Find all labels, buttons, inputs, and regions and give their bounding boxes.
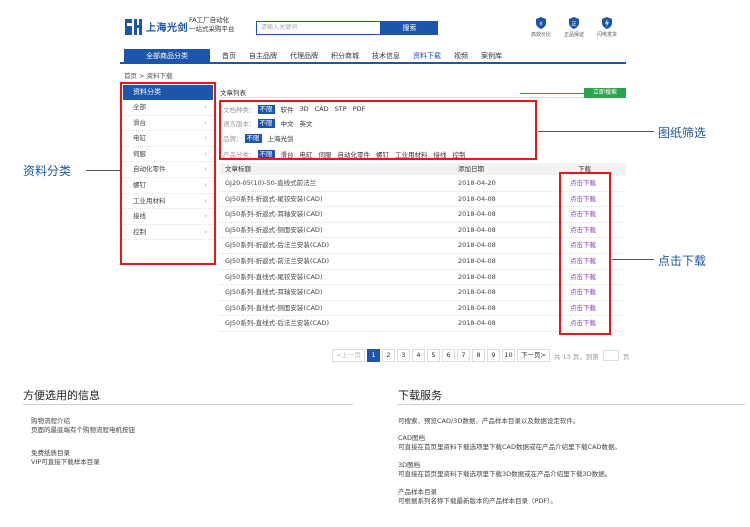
row-title[interactable]: GJ50系列-折返式-侧面安装(CAD) [225,223,322,239]
search-button[interactable]: 搜索 [381,21,438,35]
row-date: 2018-04-08 [458,210,496,219]
row-title[interactable]: GJ50系列-折返式-尾铰安装(CAD) [225,192,322,208]
prev-page-button[interactable]: <上一页 [332,349,365,362]
page-unit-text: 页 [622,352,630,361]
search-input[interactable]: 请输入关键词 [256,21,381,35]
page-9-button[interactable]: 9 [486,349,500,362]
slogan: FA工厂自动化 一站式采购平台 [189,16,235,34]
page-1-button[interactable]: 1 [366,349,380,362]
page-5-button[interactable]: 5 [426,349,440,362]
row-title[interactable]: GJ50系列-直线式-后法兰安装(CAD) [225,316,329,332]
col-title: 文章标题 [225,165,251,173]
info-right-block: 产品样本目录 可根据系列名称下载最新版本的产品样本目录（PDF）。 [398,488,557,505]
page-2-button[interactable]: 2 [381,349,395,362]
page-10-button[interactable]: 10 [501,349,515,362]
logo-icon [124,17,144,37]
nav-own-brand[interactable]: 自主品牌 [249,51,277,61]
nav-points-mall[interactable]: 积分商城 [331,51,359,61]
slogan-line1: FA工厂自动化 [189,16,230,24]
info-right-block: 可搜索、预览CAD/3D数据、产品样本目录以及数据设定软件。 [398,417,580,425]
page-6-button[interactable]: 6 [441,349,455,362]
col-date: 添加日期 [458,165,484,173]
badge-genuine: 正 正品保证 [559,16,589,38]
page-7-button[interactable]: 7 [456,349,470,362]
shield-check-icon: 正 [569,17,579,29]
row-title[interactable]: GJ50系列-折返式-后法兰安装(CAD) [225,238,329,254]
lightning-icon [602,17,612,29]
download-highlight-box [559,172,611,335]
svg-text:¥: ¥ [539,22,542,28]
svg-text:正: 正 [571,22,576,28]
row-date: 2018-04-08 [458,241,496,250]
callout-filter-line [538,131,654,132]
nav-downloads[interactable]: 资料下载 [413,51,441,61]
page-3-button[interactable]: 3 [396,349,410,362]
shield-icon: ¥ [536,17,546,29]
info-right-block: CAD图档 可直接在首页里资料下载选项里下载CAD数据或在产品介绍里下载CAD数… [398,434,621,451]
info-right-block: 3D图档 可直接在首页里资料下载选项里下载3D数据或在产品介绍里下载3D数据。 [398,461,612,478]
row-title[interactable]: GJ50系列-直线式-耳轴安装(CAD) [225,285,322,301]
nav-home[interactable]: 首页 [222,51,236,61]
row-date: 2018-04-08 [458,319,496,328]
logo-text: 上海光剑 [146,23,188,34]
row-date: 2018-04-20 [458,179,496,187]
info-right-divider [398,404,745,405]
search-bar-line [520,93,584,94]
info-left-block: 免费纸质目录 VIP可直接下载样本目录 [31,449,100,466]
info-left-divider [23,404,353,405]
callout-filter: 图纸筛选 [658,126,707,140]
row-date: 2018-04-08 [458,288,496,297]
main-nav: 首页 自主品牌 代理品牌 积分商城 技术信息 资料下载 视频 案例库 [222,49,515,63]
badge-value: ¥ 高效价比 [526,16,556,38]
row-title[interactable]: GJ50系列-直线式-尾铰安装(CAD) [225,270,322,286]
callout-category: 资料分类 [23,164,72,178]
breadcrumb: 首页 > 资料下载 [124,72,173,80]
sidebar-highlight-box [120,82,216,265]
info-left-block: 购物流程介绍 页面的最底端有个购物流程电机按钮 [31,417,135,434]
callout-download-line [612,259,654,260]
page-8-button[interactable]: 8 [471,349,485,362]
row-date: 2018-04-08 [458,257,496,265]
row-date: 2018-04-08 [458,272,496,281]
row-title[interactable]: GJ50系列-直线式-侧面安装(CAD) [225,301,322,317]
info-left-title: 方便选用的信息 [23,389,100,402]
callout-category-line [86,170,120,171]
page-4-button[interactable]: 4 [411,349,425,362]
next-page-button[interactable]: 下一页> [516,349,550,362]
callout-download: 点击下载 [658,254,707,268]
row-title[interactable]: GJ50系列-折返式-耳轴安装(CAD) [225,207,322,223]
all-categories-button[interactable]: 全部商品分类 [124,49,210,63]
pagination: <上一页 1 2 3 4 5 6 7 8 9 10 下一页> 共 13 页，到第… [332,349,631,362]
total-pages-text: 共 13 页，到第 [553,352,599,361]
nav-video[interactable]: 视频 [454,51,468,61]
row-date: 2018-04-08 [458,225,496,234]
nav-cases[interactable]: 案例库 [481,51,502,61]
row-date: 2018-04-08 [458,303,496,312]
row-title[interactable]: GJ50系列-折返式-前法兰安装(CAD) [225,254,329,270]
nav-agent-brand[interactable]: 代理品牌 [290,51,318,61]
badge-shipping: 闪电发货 [592,16,622,38]
instant-search-button[interactable]: 立即搜索 [584,88,626,98]
slogan-line2: 一站式采购平台 [189,25,235,33]
nav-divider [120,62,626,64]
row-date: 2018-04-08 [458,194,496,203]
page-jump-input[interactable] [602,350,619,361]
nav-tech-info[interactable]: 技术信息 [372,51,400,61]
filter-highlight-box [219,100,537,160]
row-title[interactable]: GJ20-05(10)-50-直线式前法兰 [225,176,316,192]
info-right-title: 下载服务 [398,389,442,402]
